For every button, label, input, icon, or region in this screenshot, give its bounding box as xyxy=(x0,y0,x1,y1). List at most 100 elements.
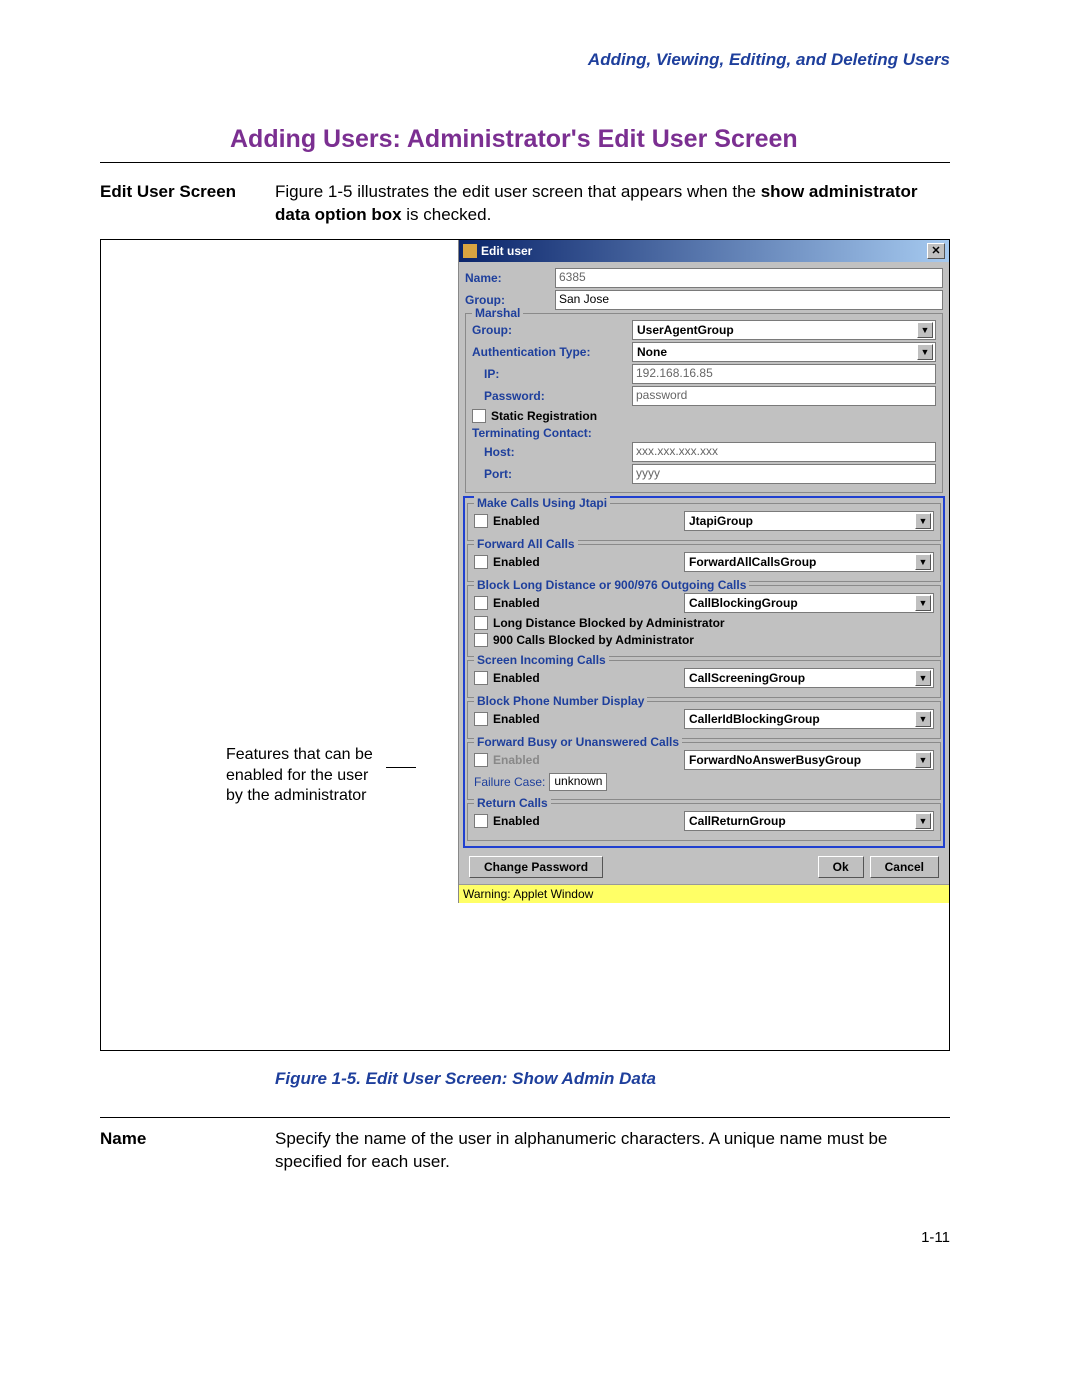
fwd-all-enabled-checkbox[interactable] xyxy=(474,555,488,569)
jtapi-legend: Make Calls Using Jtapi xyxy=(474,496,610,510)
failure-case-value[interactable]: unknown xyxy=(549,773,607,791)
return-enabled-label: Enabled xyxy=(493,814,540,828)
static-reg-checkbox[interactable] xyxy=(472,409,486,423)
chevron-down-icon[interactable]: ▼ xyxy=(915,513,931,529)
n900-admin-label: 900 Calls Blocked by Administrator xyxy=(493,633,694,647)
block-legend: Block Long Distance or 900/976 Outgoing … xyxy=(474,578,749,592)
ld-admin-checkbox[interactable] xyxy=(474,616,488,630)
fwd-all-legend: Forward All Calls xyxy=(474,537,578,551)
jtapi-group-dropdown[interactable]: JtapiGroup ▼ xyxy=(684,511,934,531)
screen-group-dropdown[interactable]: CallScreeningGroup ▼ xyxy=(684,668,934,688)
horizontal-rule xyxy=(100,1117,950,1118)
marshal-fieldset: Marshal Group: UserAgentGroup ▼ Authenti… xyxy=(465,313,943,493)
screen-enabled-checkbox[interactable] xyxy=(474,671,488,685)
block-group-value: CallBlockingGroup xyxy=(689,596,798,610)
n900-admin-checkbox[interactable] xyxy=(474,633,488,647)
applet-warning-bar: Warning: Applet Window xyxy=(459,884,949,903)
term-contact-label: Terminating Contact: xyxy=(472,426,632,440)
admin-features-highlight: Make Calls Using Jtapi Enabled JtapiGrou… xyxy=(463,496,945,848)
intro-post: is checked. xyxy=(402,205,492,224)
intro-text: Figure 1-5 illustrates the edit user scr… xyxy=(275,181,950,227)
intro-label: Edit User Screen xyxy=(100,181,275,227)
password-label: Password: xyxy=(484,389,632,403)
marshal-group-value: UserAgentGroup xyxy=(637,323,734,337)
name-section-label: Name xyxy=(100,1128,275,1174)
callout-leader-line xyxy=(386,767,416,768)
chevron-down-icon[interactable]: ▼ xyxy=(915,813,931,829)
cid-enabled-checkbox[interactable] xyxy=(474,712,488,726)
screen-legend: Screen Incoming Calls xyxy=(474,653,609,667)
block-group-dropdown[interactable]: CallBlockingGroup ▼ xyxy=(684,593,934,613)
return-fieldset: Return Calls Enabled CallReturnGroup ▼ xyxy=(467,803,941,841)
return-group-value: CallReturnGroup xyxy=(689,814,786,828)
cid-fieldset: Block Phone Number Display Enabled Calle… xyxy=(467,701,941,739)
ip-label: IP: xyxy=(484,367,632,381)
group-field[interactable]: San Jose xyxy=(555,290,943,310)
cancel-button[interactable]: Cancel xyxy=(870,856,939,878)
page-number: 1-11 xyxy=(100,1229,950,1246)
fwd-na-enabled-label: Enabled xyxy=(493,753,540,767)
ok-button[interactable]: Ok xyxy=(818,856,864,878)
chevron-down-icon[interactable]: ▼ xyxy=(915,670,931,686)
port-field[interactable]: yyyy xyxy=(632,464,936,484)
jtapi-enabled-checkbox[interactable] xyxy=(474,514,488,528)
dialog-title: Edit user xyxy=(481,244,532,258)
intro-pre: Figure 1-5 illustrates the edit user scr… xyxy=(275,182,761,201)
fwd-all-group-dropdown[interactable]: ForwardAllCallsGroup ▼ xyxy=(684,552,934,572)
chevron-down-icon[interactable]: ▼ xyxy=(915,554,931,570)
group-label: Group: xyxy=(465,293,555,307)
auth-type-label: Authentication Type: xyxy=(472,345,632,359)
fwd-all-fieldset: Forward All Calls Enabled ForwardAllCall… xyxy=(467,544,941,582)
fwd-all-enabled-label: Enabled xyxy=(493,555,540,569)
cid-legend: Block Phone Number Display xyxy=(474,694,647,708)
jtapi-fieldset: Make Calls Using Jtapi Enabled JtapiGrou… xyxy=(467,503,941,541)
section-title: Adding Users: Administrator's Edit User … xyxy=(230,125,950,154)
host-label: Host: xyxy=(484,445,632,459)
return-enabled-checkbox[interactable] xyxy=(474,814,488,828)
figure-box: Features that can be enabled for the use… xyxy=(100,239,950,1051)
callout-text: Features that can be enabled for the use… xyxy=(226,745,386,807)
chevron-down-icon[interactable]: ▼ xyxy=(915,752,931,768)
host-field[interactable]: xxx.xxx.xxx.xxx xyxy=(632,442,936,462)
auth-type-dropdown[interactable]: None ▼ xyxy=(632,342,936,362)
return-group-dropdown[interactable]: CallReturnGroup ▼ xyxy=(684,811,934,831)
change-password-button[interactable]: Change Password xyxy=(469,856,603,878)
chevron-down-icon[interactable]: ▼ xyxy=(915,711,931,727)
block-fieldset: Block Long Distance or 900/976 Outgoing … xyxy=(467,585,941,657)
chevron-down-icon[interactable]: ▼ xyxy=(915,595,931,611)
screen-group-value: CallScreeningGroup xyxy=(689,671,805,685)
jtapi-enabled-label: Enabled xyxy=(493,514,540,528)
screen-fieldset: Screen Incoming Calls Enabled CallScreen… xyxy=(467,660,941,698)
figure-caption: Figure 1-5. Edit User Screen: Show Admin… xyxy=(275,1069,950,1089)
screen-enabled-label: Enabled xyxy=(493,671,540,685)
chevron-down-icon[interactable]: ▼ xyxy=(917,344,933,360)
name-field[interactable]: 6385 xyxy=(555,268,943,288)
fwd-na-group-value: ForwardNoAnswerBusyGroup xyxy=(689,753,861,767)
cid-enabled-label: Enabled xyxy=(493,712,540,726)
breadcrumb: Adding, Viewing, Editing, and Deleting U… xyxy=(100,50,950,70)
name-section-text: Specify the name of the user in alphanum… xyxy=(275,1128,950,1174)
block-enabled-label: Enabled xyxy=(493,596,540,610)
cid-group-value: CallerIdBlockingGroup xyxy=(689,712,820,726)
fwd-na-group-dropdown[interactable]: ForwardNoAnswerBusyGroup ▼ xyxy=(684,750,934,770)
return-legend: Return Calls xyxy=(474,796,551,810)
close-icon[interactable]: ✕ xyxy=(927,243,945,259)
static-reg-label: Static Registration xyxy=(491,409,597,423)
fwd-all-group-value: ForwardAllCallsGroup xyxy=(689,555,816,569)
failure-case-label: Failure Case: xyxy=(474,775,545,789)
chevron-down-icon[interactable]: ▼ xyxy=(917,322,933,338)
ip-field[interactable]: 192.168.16.85 xyxy=(632,364,936,384)
marshal-group-dropdown[interactable]: UserAgentGroup ▼ xyxy=(632,320,936,340)
horizontal-rule xyxy=(100,162,950,163)
name-label: Name: xyxy=(465,271,555,285)
marshal-group-label: Group: xyxy=(472,323,632,337)
titlebar: Edit user ✕ xyxy=(459,240,949,262)
password-field[interactable]: password xyxy=(632,386,936,406)
fwd-na-enabled-checkbox[interactable] xyxy=(474,753,488,767)
block-enabled-checkbox[interactable] xyxy=(474,596,488,610)
cid-group-dropdown[interactable]: CallerIdBlockingGroup ▼ xyxy=(684,709,934,729)
ld-admin-label: Long Distance Blocked by Administrator xyxy=(493,616,725,630)
window-icon xyxy=(463,244,477,258)
marshal-legend: Marshal xyxy=(472,306,523,320)
auth-type-value: None xyxy=(637,345,667,359)
